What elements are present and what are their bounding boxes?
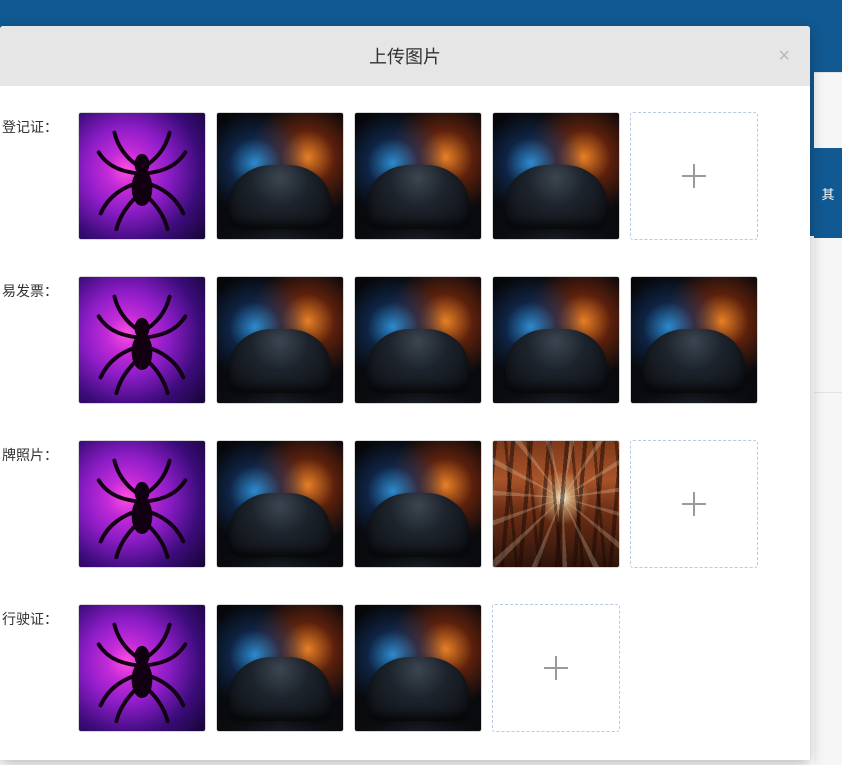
thumbnail-car[interactable] [216,276,344,404]
add-image-button[interactable] [630,440,758,568]
thumbnail-forest[interactable] [492,440,620,568]
thumbnail-car[interactable] [354,276,482,404]
thumbnail-spider[interactable] [78,604,206,732]
upload-row: 登记证： [0,112,810,240]
row-label: 登记证： [0,112,60,136]
plus-icon [682,492,706,516]
plus-icon [682,164,706,188]
thumbnail-list [60,276,758,404]
upload-image-modal: 上传图片 × 登记证： 易发票： 牌照片： 行驶证： [0,26,810,760]
thumbnail-list [60,440,758,568]
thumbnail-car[interactable] [492,112,620,240]
thumbnail-list [60,112,758,240]
close-icon[interactable]: × [774,42,794,70]
plus-icon [544,656,568,680]
add-image-button[interactable] [630,112,758,240]
upload-row: 牌照片： [0,440,810,568]
thumbnail-car[interactable] [216,440,344,568]
thumbnail-car[interactable] [354,112,482,240]
modal-title: 上传图片 [369,43,441,69]
thumbnail-car[interactable] [216,604,344,732]
upload-row: 易发票： [0,276,810,404]
thumbnail-car[interactable] [354,440,482,568]
thumbnail-car[interactable] [492,276,620,404]
thumbnail-spider[interactable] [78,440,206,568]
modal-header: 上传图片 × [0,26,810,86]
thumbnail-spider[interactable] [78,112,206,240]
row-label: 易发票： [0,276,60,300]
modal-body: 登记证： 易发票： 牌照片： 行驶证： [0,86,810,760]
thumbnail-car[interactable] [630,276,758,404]
thumbnail-car[interactable] [216,112,344,240]
row-label: 行驶证： [0,604,60,628]
upload-row: 行驶证： [0,604,810,732]
row-label: 牌照片： [0,440,60,464]
add-image-button[interactable] [492,604,620,732]
thumbnail-spider[interactable] [78,276,206,404]
thumbnail-list [60,604,620,732]
thumbnail-car[interactable] [354,604,482,732]
